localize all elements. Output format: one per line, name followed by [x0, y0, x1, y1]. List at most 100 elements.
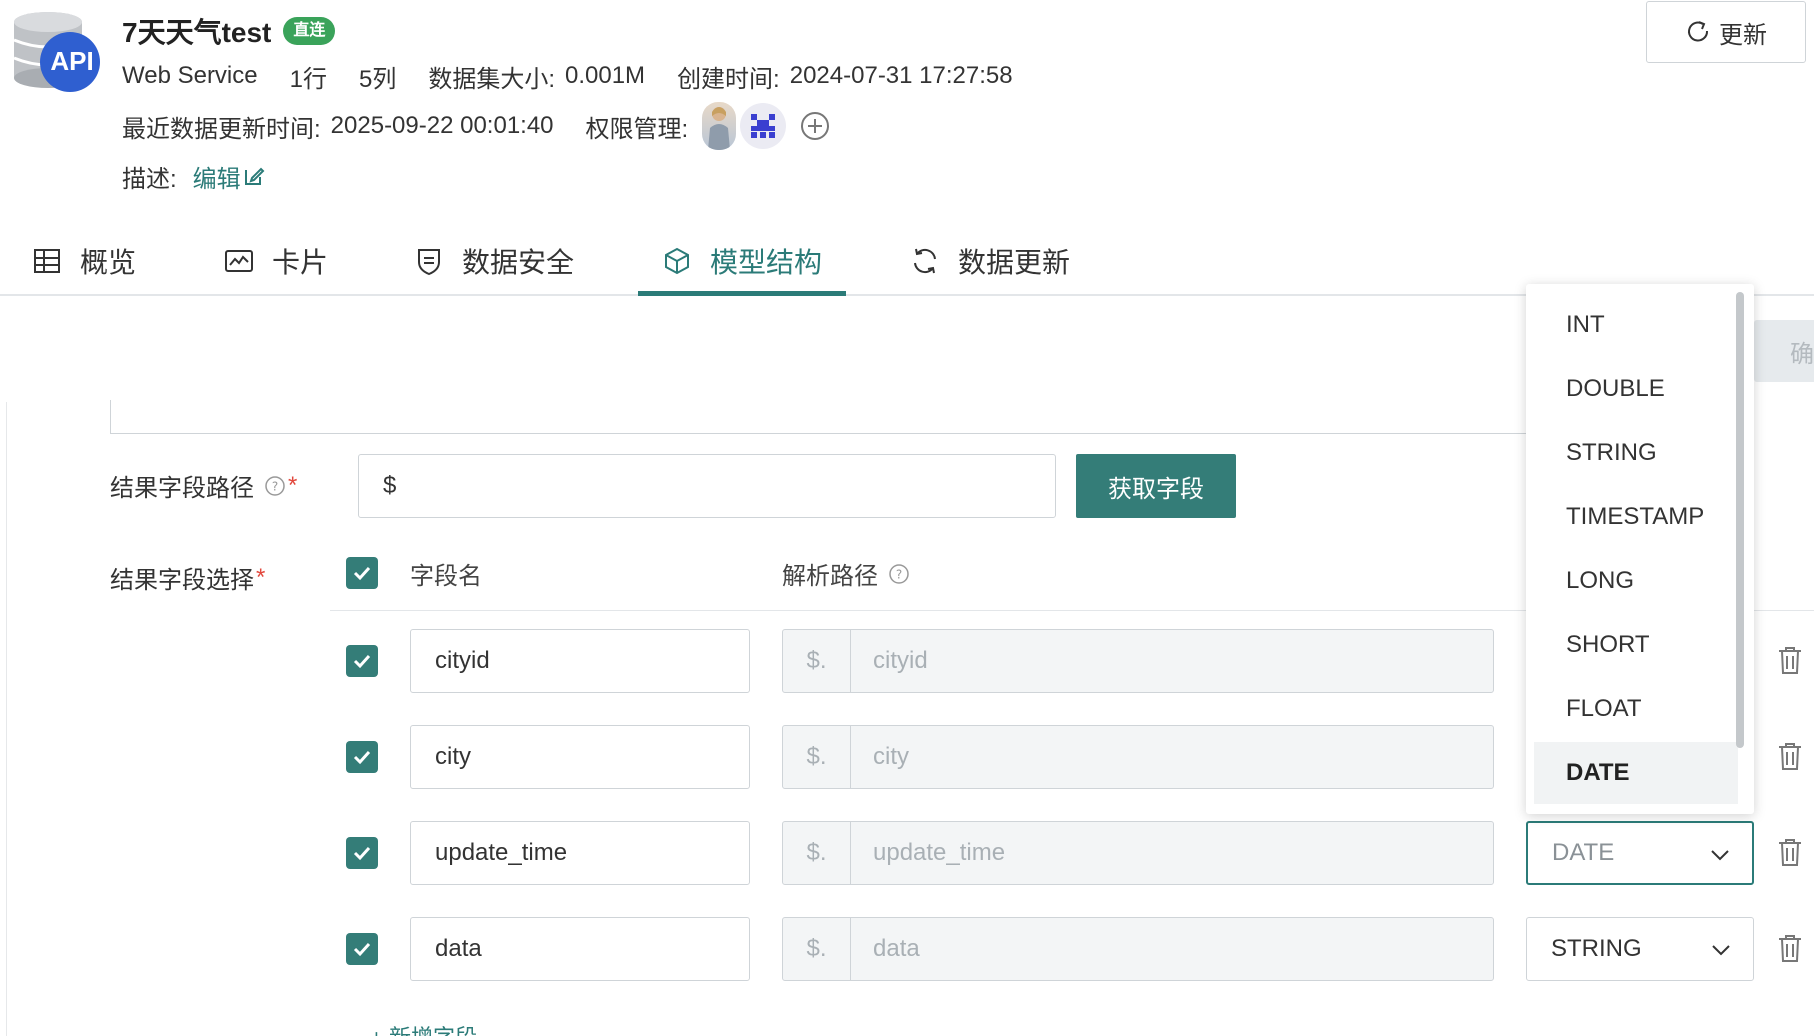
col-name-label: 字段名 [410, 563, 482, 590]
type-option-float[interactable]: FLOAT [1534, 678, 1738, 740]
edit-description-link[interactable]: 编辑 [193, 159, 265, 194]
trash-icon[interactable] [1776, 933, 1804, 963]
previous-section-box [110, 400, 1610, 434]
chevron-down-icon [1711, 850, 1729, 861]
check-icon [353, 846, 371, 861]
field-checkbox[interactable] [346, 933, 378, 965]
result-path-value: $ [383, 472, 397, 499]
check-icon [353, 750, 371, 765]
direct-connect-badge: 直连 [283, 17, 336, 45]
dataset-title: 7天天气test [122, 17, 272, 48]
field-name-input[interactable]: update_time [410, 821, 750, 885]
refresh-icon [1688, 21, 1709, 42]
check-icon [353, 566, 371, 581]
description-label: 描述: [122, 165, 177, 193]
trash-icon[interactable] [1776, 645, 1804, 675]
tab-data-security-label: 数据安全 [462, 247, 575, 278]
parse-path-prefix: $. [783, 726, 851, 788]
parse-path-value: city [873, 743, 909, 770]
field-name-value: data [435, 935, 482, 962]
field-name-value: city [435, 743, 471, 770]
group-avatar[interactable] [740, 103, 787, 149]
type-option-int[interactable]: INT [1534, 294, 1738, 356]
tab-data-security[interactable]: 数据安全 [414, 226, 574, 296]
confirm-label: 确 [1790, 340, 1814, 368]
updated-value: 2025-09-22 00:01:40 [330, 112, 554, 139]
column-header-name: 字段名 [410, 556, 482, 591]
parse-path-input: $. data [782, 917, 1494, 981]
size-label: 数据集大小: [428, 65, 555, 93]
add-field-link[interactable]: + 新增字段 [370, 1020, 477, 1036]
parse-path-value: data [873, 935, 920, 962]
created-label: 创建时间: [677, 65, 780, 93]
row-count: 1行 [289, 65, 327, 93]
svg-text:?: ? [896, 567, 902, 581]
created-value: 2024-07-31 17:27:58 [789, 62, 1013, 89]
result-path-label: 结果字段路径 [110, 475, 254, 502]
confirm-button[interactable]: 确 [1754, 320, 1814, 382]
parse-path-prefix: $. [783, 918, 851, 980]
help-icon[interactable]: ? [888, 563, 910, 585]
help-icon[interactable]: ? [264, 475, 286, 497]
logo-text: API [50, 46, 94, 76]
result-path-input[interactable]: $ [358, 454, 1056, 518]
col-path-label: 解析路径 [782, 563, 878, 590]
trash-icon[interactable] [1776, 741, 1804, 771]
user-avatar[interactable] [702, 102, 737, 150]
add-permission-icon[interactable] [800, 111, 830, 141]
update-permission-row: 最近数据更新时间: 2025-09-22 00:01:40 权限管理: [122, 102, 830, 150]
field-name-value: cityid [435, 647, 490, 674]
tab-data-update[interactable]: 数据更新 [910, 226, 1070, 296]
check-icon [353, 942, 371, 957]
refresh-button[interactable]: 更新 [1646, 1, 1806, 63]
tab-model-structure[interactable]: 模型结构 [662, 226, 822, 296]
tab-model-structure-label: 模型结构 [710, 247, 823, 278]
table-icon [34, 249, 60, 273]
field-checkbox[interactable] [346, 645, 378, 677]
parse-path-value: cityid [873, 647, 928, 674]
select-all-checkbox[interactable] [346, 557, 378, 589]
type-option-timestamp[interactable]: TIMESTAMP [1534, 486, 1738, 548]
description-row: 描述: 编辑 [122, 158, 265, 194]
type-option-double[interactable]: DOUBLE [1534, 358, 1738, 420]
trash-icon[interactable] [1776, 837, 1804, 867]
type-option-string[interactable]: STRING [1534, 422, 1738, 484]
field-checkbox[interactable] [346, 837, 378, 869]
field-type-select[interactable]: DATE [1526, 821, 1754, 885]
type-option-date[interactable]: DATE [1534, 742, 1738, 804]
field-name-input[interactable]: city [410, 725, 750, 789]
type-option-long[interactable]: LONG [1534, 550, 1738, 612]
size-value: 0.001M [565, 62, 646, 89]
parse-path-input: $. update_time [782, 821, 1494, 885]
column-header-path: 解析路径 ? [782, 556, 910, 591]
dataset-title-row: 7天天气test 直连 [122, 12, 336, 50]
fetch-fields-label: 获取字段 [1108, 475, 1204, 503]
required-mark: * [256, 563, 266, 591]
edit-icon [244, 167, 265, 185]
active-tab-indicator [638, 291, 846, 296]
field-name-input[interactable]: cityid [410, 629, 750, 693]
field-checkbox[interactable] [346, 741, 378, 773]
type-option-short[interactable]: SHORT [1534, 614, 1738, 676]
field-type-select[interactable]: STRING [1526, 917, 1754, 981]
field-select-label-row: 结果字段选择 * [110, 560, 265, 595]
fetch-fields-button[interactable]: 获取字段 [1076, 454, 1236, 518]
field-name-input[interactable]: data [410, 917, 750, 981]
required-mark: * [288, 471, 298, 499]
shield-icon [418, 249, 440, 276]
refresh-icon [914, 248, 936, 274]
refresh-label: 更新 [1719, 21, 1767, 49]
tab-overview[interactable]: 概览 [32, 226, 136, 296]
parse-path-prefix: $. [783, 630, 851, 692]
tab-card[interactable]: 卡片 [224, 226, 328, 296]
permission-label: 权限管理: [585, 115, 689, 143]
result-path-label-row: 结果字段路径 ? * [110, 468, 297, 503]
field-name-value: update_time [435, 839, 568, 866]
parse-path-prefix: $. [783, 822, 851, 884]
dropdown-scrollbar[interactable] [1736, 292, 1744, 748]
chevron-down-icon [1712, 945, 1730, 956]
type-dropdown-menu: INT DOUBLE STRING TIMESTAMP LONG SHORT F… [1526, 284, 1754, 814]
field-type-value: STRING [1551, 935, 1642, 962]
parse-path-input: $. cityid [782, 629, 1494, 693]
tab-card-label: 卡片 [272, 247, 329, 278]
